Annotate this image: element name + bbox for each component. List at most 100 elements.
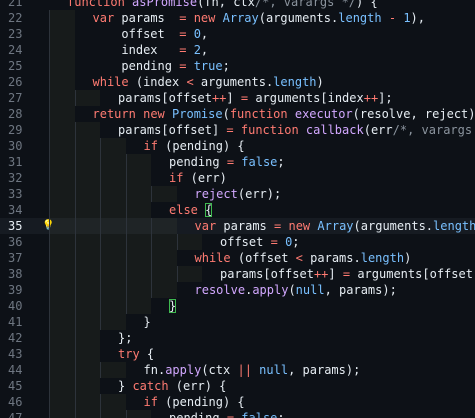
code-token: function xyxy=(229,107,288,121)
code-token: }; xyxy=(118,331,133,345)
code-text: offset = 0; xyxy=(220,234,300,250)
indent-band xyxy=(74,282,100,298)
code-line[interactable]: 36 offset = 0; xyxy=(0,234,475,250)
code-line[interactable]: 43 try { xyxy=(0,346,475,362)
indent-guide xyxy=(49,394,50,410)
indent-guide xyxy=(49,26,50,42)
line-number: 30 xyxy=(8,139,23,153)
code-line[interactable]: 24 index = 2, xyxy=(0,42,475,58)
code-line[interactable]: 27 params[offset++] = arguments[index++]; xyxy=(0,90,475,106)
code-line[interactable]: 26 while (index < arguments.length) xyxy=(0,74,475,90)
code-line[interactable]: 42}; xyxy=(0,330,475,346)
code-token: apply xyxy=(165,363,202,377)
indent-band xyxy=(49,298,75,314)
code-token: function xyxy=(240,123,299,137)
code-line[interactable]: 46 if (pending) { xyxy=(0,394,475,410)
code-line[interactable]: 31 pending = false; xyxy=(0,154,475,170)
code-line[interactable]: 33 reject(err); xyxy=(0,186,475,202)
indent-band xyxy=(100,314,126,330)
indent-band xyxy=(74,170,100,186)
code-token: /*, varargs */ xyxy=(392,123,473,137)
code-token: ), xyxy=(410,11,425,25)
code-token: ); xyxy=(266,187,282,201)
code-text: if (err) xyxy=(169,170,227,186)
code-editor[interactable]: 21 function asPromise(fn, ctx/*, varargs … xyxy=(0,0,475,418)
code-line[interactable]: 22 var params = new Array(arguments.lengt… xyxy=(0,10,475,26)
code-token: arguments xyxy=(360,219,426,233)
indent-guide xyxy=(125,170,127,186)
code-token: ) { xyxy=(222,139,245,153)
indent-guide xyxy=(100,138,101,154)
indent-guide xyxy=(125,154,127,170)
code-text: else { xyxy=(169,202,213,218)
indent-guide xyxy=(49,90,50,106)
indent-guide xyxy=(125,202,127,218)
code-line[interactable]: 38 params[offset++] = arguments[offset]; xyxy=(0,266,475,282)
indent-band xyxy=(49,10,75,26)
code-line[interactable]: 44 fn.apply(ctx || null, params); xyxy=(0,362,475,378)
line-gutter: 45 xyxy=(0,378,42,394)
code-line[interactable]: 40} xyxy=(0,298,475,314)
code-text: params[offset++] = arguments[index++]; xyxy=(118,90,393,106)
code-line[interactable]: 34 else { xyxy=(0,202,475,218)
indent-band xyxy=(100,218,126,234)
code-token: Array xyxy=(222,11,259,25)
indent-guide xyxy=(49,170,50,186)
line-number: 27 xyxy=(8,91,23,105)
line-gutter: 32 xyxy=(0,170,42,186)
code-token: try xyxy=(118,347,140,361)
indent-band xyxy=(100,186,126,202)
code-line[interactable]: 25 pending = true; xyxy=(0,58,475,74)
indent-guide xyxy=(49,234,50,250)
code-line[interactable]: 32 if (err) xyxy=(0,170,475,186)
indent-band xyxy=(49,218,75,234)
code-line[interactable]: 47 pending = false; xyxy=(0,410,475,418)
code-token: new xyxy=(143,107,165,121)
line-gutter: 41 xyxy=(0,314,42,330)
indent-guide xyxy=(49,314,50,330)
indent-guide xyxy=(74,202,76,218)
code-token: err xyxy=(245,187,267,201)
code-token: length xyxy=(273,75,317,89)
code-token: arguments xyxy=(357,267,423,281)
code-token: 0 xyxy=(193,27,201,41)
code-line[interactable]: 28 return new Promise(function executor(r… xyxy=(0,106,475,122)
indent-guide xyxy=(74,298,76,314)
code-line[interactable]: 39 resolve.apply(null, params); xyxy=(0,282,475,298)
code-token: = xyxy=(226,411,235,418)
code-line[interactable]: 30 if (pending) { xyxy=(0,138,475,154)
code-line[interactable]: 23 offset = 0, xyxy=(0,26,475,42)
code-token: resolve xyxy=(194,283,246,297)
code-token: offset xyxy=(245,251,289,265)
code-line[interactable]: 29 params[offset] = function callback(err… xyxy=(0,122,475,138)
line-gutter: 29 xyxy=(0,122,42,138)
indent-band xyxy=(49,170,75,186)
indent-band xyxy=(74,138,100,154)
code-token: params xyxy=(121,11,165,25)
line-number: 25 xyxy=(8,59,23,73)
line-gutter: 36 xyxy=(0,234,42,250)
indent-guide xyxy=(125,410,127,418)
code-line[interactable]: 35💡var params = new Array(arguments.leng… xyxy=(0,218,475,234)
indent-guide xyxy=(125,234,127,250)
code-line[interactable]: 37 while (offset < params.length) xyxy=(0,250,475,266)
code-line[interactable]: 41} xyxy=(0,314,475,330)
code-token: ( xyxy=(222,107,230,121)
code-token: var xyxy=(194,219,217,233)
indent-guide xyxy=(151,186,152,202)
indent-band xyxy=(100,202,126,218)
code-text: fn.apply(ctx || null, params); xyxy=(144,362,361,378)
code-token: ( xyxy=(353,219,361,233)
code-line[interactable]: 45} catch (err) { xyxy=(0,378,475,394)
code-line[interactable]: 21 function asPromise(fn, ctx/*, varargs … xyxy=(0,0,475,10)
indent-band xyxy=(49,74,75,90)
code-text: params[offset] = function callback(err/*… xyxy=(118,122,475,138)
code-token: pending xyxy=(172,139,223,153)
code-token: callback xyxy=(305,123,364,137)
code-token: resolve xyxy=(359,107,411,121)
code-token: ++ xyxy=(363,91,379,105)
